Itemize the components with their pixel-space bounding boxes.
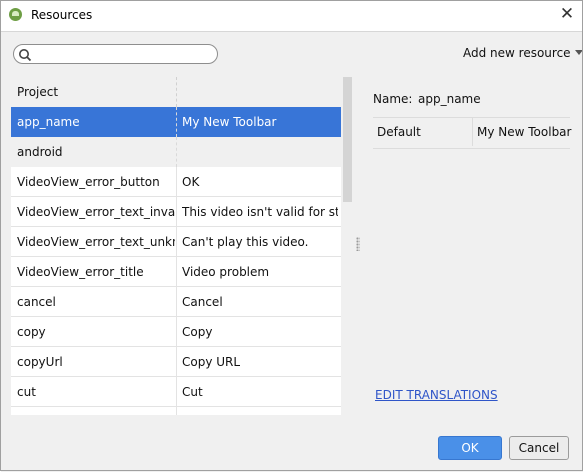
resource-value: Copy: [182, 325, 213, 339]
column-divider: [176, 107, 177, 137]
resource-name: copy: [17, 325, 46, 339]
table-row[interactable]: [11, 407, 341, 415]
resource-name: copyUrl: [17, 355, 63, 369]
table-row[interactable]: VideoView_error_text_invalid_p This video…: [11, 197, 341, 227]
column-divider: [176, 257, 177, 287]
resource-name: app_name: [17, 115, 80, 129]
resource-value: Video problem: [182, 265, 270, 279]
scrollbar-thumb[interactable]: [343, 77, 352, 202]
column-divider: [176, 317, 177, 347]
column-divider: [176, 197, 177, 227]
table-header-project: Project: [11, 77, 341, 107]
translations-table: Default My New Toolbar: [373, 117, 572, 149]
resource-name: VideoView_error_title: [17, 265, 144, 279]
resource-name: VideoView_error_text_unknown: [17, 235, 175, 249]
resource-name: cancel: [17, 295, 56, 309]
resource-name: cut: [17, 385, 36, 399]
column-divider: [176, 137, 177, 167]
table-row[interactable]: copyUrl Copy URL: [11, 347, 341, 377]
resource-value: My New Toolbar: [182, 115, 277, 129]
column-divider: [472, 118, 473, 146]
column-divider: [176, 167, 177, 197]
resource-value: [182, 137, 338, 167]
table-row[interactable]: VideoView_error_button OK: [11, 167, 341, 197]
resource-value: Can't play this video.: [182, 235, 309, 249]
table-row[interactable]: copy Copy: [11, 317, 341, 347]
edit-translations-link[interactable]: EDIT TRANSLATIONS: [375, 388, 498, 402]
column-divider: [176, 77, 177, 107]
ok-button[interactable]: OK: [438, 436, 502, 460]
table-row[interactable]: app_name My New Toolbar: [11, 107, 341, 137]
resource-name: [17, 407, 175, 415]
resource-value: [182, 77, 338, 107]
table-scrollbar[interactable]: [341, 77, 354, 415]
resource-value: [182, 407, 338, 415]
android-studio-icon: [9, 8, 22, 21]
column-divider: [176, 407, 177, 415]
translation-value: My New Toolbar: [477, 125, 572, 139]
name-label: Name:: [373, 92, 413, 106]
resource-name: Project: [17, 85, 59, 99]
table-row[interactable]: VideoView_error_title Video problem: [11, 257, 341, 287]
resource-name: VideoView_error_text_invalid_p: [17, 205, 175, 219]
window-title: Resources: [31, 8, 93, 22]
table-row[interactable]: VideoView_error_text_unknown Can't play t…: [11, 227, 341, 257]
column-divider: [176, 227, 177, 257]
cancel-button[interactable]: Cancel: [509, 436, 569, 460]
table-row[interactable]: cut Cut: [11, 377, 341, 407]
search-icon: [19, 49, 32, 62]
resource-name: android: [17, 145, 63, 159]
add-new-resource-label: Add new resource: [463, 46, 571, 60]
resource-value: Cancel: [182, 295, 223, 309]
table-group-android[interactable]: android: [11, 137, 341, 167]
column-divider: [176, 347, 177, 377]
add-new-resource-dropdown[interactable]: Add new resource: [463, 46, 583, 60]
resource-value: OK: [182, 175, 200, 189]
caret-down-icon: [574, 50, 583, 55]
resource-table: Project app_name My New Toolbar android Vide…: [11, 77, 341, 415]
column-divider: [176, 287, 177, 317]
resources-dialog: Add new resource Project app_name My New T…: [1, 31, 583, 472]
table-row[interactable]: cancel Cancel: [11, 287, 341, 317]
resource-value: Cut: [182, 385, 203, 399]
column-divider: [176, 377, 177, 407]
translation-locale: Default: [377, 125, 421, 139]
close-icon[interactable]: ✕: [558, 5, 576, 23]
resource-value: This video isn't valid for str...: [182, 205, 338, 219]
resource-value: Copy URL: [182, 355, 241, 369]
search-input[interactable]: [13, 44, 218, 64]
resource-name: VideoView_error_button: [17, 175, 160, 189]
splitter-grip-icon[interactable]: [356, 237, 360, 251]
title-bar: Resources ✕: [0, 0, 584, 31]
name-value: app_name: [418, 92, 481, 106]
